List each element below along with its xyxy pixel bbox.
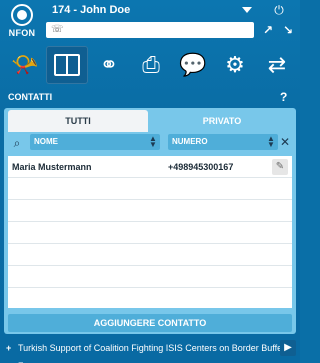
column-number-label: NUMERO [172,137,208,146]
ticker-text[interactable]: Turkish Support of Coalition Fighting IS… [18,339,300,363]
contact-number: +498945300167 [168,162,234,172]
news-ticker: + Turkish Support of Coalition Fighting … [0,339,300,363]
next-arrow-icon[interactable]: ▶ [280,340,296,356]
table-row [8,200,292,222]
column-name[interactable]: NOME [30,134,160,150]
tab-all[interactable]: TUTTI [8,110,148,132]
table-row [8,244,292,266]
help-icon[interactable]: ? [280,88,287,106]
edit-contact-button[interactable]: ✎ [272,159,288,175]
sort-name-icon[interactable]: ▲ ▼ [149,135,157,149]
chevron-down-icon[interactable] [242,7,252,13]
section-title: CONTATTI [8,92,53,102]
user-selector[interactable]: 174 - John Doe [44,2,256,19]
pencil-icon: ✎ [275,161,285,172]
table-row [8,266,292,288]
settings-button[interactable]: ⚙ [214,46,256,84]
ticker-plus-icon[interactable]: + [6,339,11,357]
fax-button[interactable]: ⎙ [130,46,172,84]
close-icon[interactable]: ✕ [278,134,292,150]
dial-input[interactable] [46,22,254,38]
table-row[interactable]: Maria Mustermann +498945300167 ✎ [8,156,292,178]
add-contact-button[interactable]: AGGIUNGERE CONTATTO [8,314,292,332]
contacts-panel: TUTTI PRIVATO ⌕ NOME ▲ ▼ NUMERO ▲ ▼ ✕ Mari… [4,108,296,334]
chat-button[interactable]: 💬 [172,46,214,84]
main-toolbar: 📯 ⚭ ⎙ 💬 ⚙ ⇄ [0,46,300,86]
table-row [8,178,292,200]
search-icon[interactable]: ⌕ [8,134,26,152]
contacts-list: Maria Mustermann +498945300167 ✎ [8,156,292,308]
column-name-label: NOME [34,137,58,146]
power-icon: ⏻ [274,3,284,17]
nfon-logo: NFON [4,4,40,42]
swap-icon: ⇄ [267,52,287,77]
table-row [8,222,292,244]
org-chart-button[interactable]: ⚭ [88,46,130,84]
tab-private[interactable]: PRIVATO [152,110,292,132]
swap-button[interactable]: ⇄ [256,46,298,84]
org-chart-icon: ⚭ [99,52,119,77]
logo-icon [11,4,33,26]
table-row [8,288,292,310]
contact-name: Maria Mustermann [12,162,92,172]
logo-text: NFON [8,28,36,38]
chat-icon: 💬 [179,52,207,77]
call-forward-icon[interactable]: ↘ [279,22,297,38]
column-header-bar: ⌕ NOME ▲ ▼ NUMERO ▲ ▼ ✕ [8,134,292,152]
app-window: NFON 174 - John Doe ⏻ ☏ ↗ ↘ 📯 ⚭ ⎙ 💬 ⚙ ⇄ [0,0,300,363]
column-number[interactable]: NUMERO [168,134,278,150]
book-icon [54,54,80,76]
call-transfer-icon[interactable]: ↗ [259,22,277,38]
printer-icon: ⎙ [142,52,160,77]
horn-icon: 📯 [11,52,39,77]
power-button[interactable]: ⏻ [262,2,296,19]
contacts-button[interactable] [46,46,88,84]
gear-icon: ⚙ [225,52,245,77]
sort-number-icon[interactable]: ▲ ▼ [267,135,275,149]
phone-icon: ☏ [51,24,64,35]
horn-button[interactable]: 📯 [4,46,46,84]
